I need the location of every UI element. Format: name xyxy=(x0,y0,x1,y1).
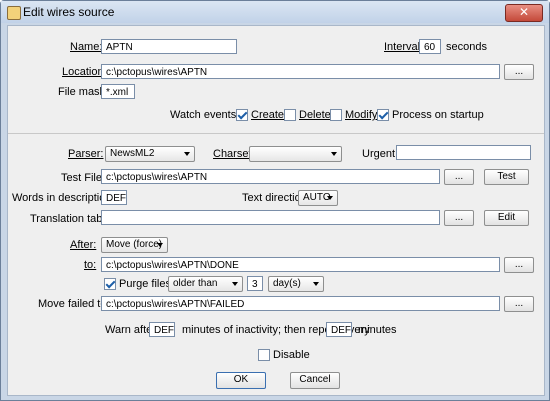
warn-suffix: minutes xyxy=(358,324,397,336)
to-browse-button[interactable]: ... xyxy=(504,257,534,273)
purge-count-field[interactable]: 3 xyxy=(247,276,263,291)
name-label: Name: xyxy=(70,41,103,53)
delete-label: Delete xyxy=(299,109,331,121)
move-failed-browse-button[interactable]: ... xyxy=(504,296,534,312)
purge-mode-value: older than xyxy=(173,278,218,289)
after-select[interactable]: Move (force) xyxy=(101,237,168,253)
interval-unit: seconds xyxy=(446,41,487,53)
create-label: Create xyxy=(251,109,285,121)
after-dropdown-icon xyxy=(157,243,163,247)
disable-checkbox[interactable] xyxy=(258,349,270,361)
create-checkbox[interactable] xyxy=(236,109,248,121)
purge-mode-dropdown-icon xyxy=(232,282,238,286)
urgent-field[interactable] xyxy=(396,145,531,160)
edit-button[interactable]: Edit xyxy=(484,210,529,226)
warn-after-field[interactable]: DEF xyxy=(149,322,175,337)
parser-value: NewsML2 xyxy=(110,148,155,159)
parser-dropdown-icon xyxy=(184,152,190,156)
dialog-window: Edit wires source ✕ Name: APTN Interval:… xyxy=(0,0,550,401)
close-button[interactable]: ✕ xyxy=(505,4,543,22)
urgent-label: Urgent: xyxy=(362,148,399,160)
after-label: After: xyxy=(70,239,97,251)
purge-unit-dropdown-icon xyxy=(313,282,319,286)
words-in-description-field[interactable]: DEF xyxy=(101,190,127,205)
purge-mode-select[interactable]: older than xyxy=(168,276,243,292)
test-file-field[interactable]: c:\pctopus\wires\APTN xyxy=(101,169,440,184)
window-title: Edit wires source xyxy=(23,5,115,19)
to-label: to: xyxy=(84,259,97,271)
charset-dropdown-icon xyxy=(331,152,337,156)
modify-label: Modify xyxy=(345,109,378,121)
move-failed-field[interactable]: c:\pctopus\wires\APTN\FAILED xyxy=(101,296,500,311)
dialog-body: Name: APTN Interval: 60 seconds Location… xyxy=(7,25,545,396)
test-button[interactable]: Test xyxy=(484,169,529,185)
separator-1 xyxy=(8,133,544,134)
location-browse-button[interactable]: ... xyxy=(504,64,534,80)
test-file-browse-button[interactable]: ... xyxy=(444,169,474,185)
warn-repeat-field[interactable]: DEF xyxy=(326,322,352,337)
location-label: Location: xyxy=(62,66,107,78)
purge-unit-value: day(s) xyxy=(273,278,301,289)
watch-events-label: Watch events: xyxy=(170,109,240,121)
file-mask-field[interactable]: *.xml xyxy=(101,84,135,99)
process-on-startup-checkbox[interactable] xyxy=(377,109,389,121)
purge-unit-select[interactable]: day(s) xyxy=(268,276,324,292)
move-failed-label: Move failed to: xyxy=(38,298,110,310)
parser-select[interactable]: NewsML2 xyxy=(105,146,195,162)
purge-files-label: Purge files xyxy=(119,278,171,290)
to-field[interactable]: c:\pctopus\wires\APTN\DONE xyxy=(101,257,500,272)
title-bar[interactable]: Edit wires source ✕ xyxy=(1,1,549,23)
parser-label: Parser: xyxy=(68,148,104,160)
location-field[interactable]: c:\pctopus\wires\APTN xyxy=(101,64,500,79)
interval-field[interactable]: 60 xyxy=(419,39,441,54)
delete-checkbox[interactable] xyxy=(284,109,296,121)
translation-table-field[interactable] xyxy=(101,210,440,225)
disable-label: Disable xyxy=(273,349,310,361)
text-direction-dropdown-icon xyxy=(327,196,333,200)
charset-select[interactable] xyxy=(249,146,342,162)
translation-browse-button[interactable]: ... xyxy=(444,210,474,226)
test-file-label: Test File: xyxy=(61,172,106,184)
modify-checkbox[interactable] xyxy=(330,109,342,121)
text-direction-select[interactable]: AUTO xyxy=(298,190,338,206)
process-on-startup-label: Process on startup xyxy=(392,109,484,121)
words-in-description-label: Words in description: xyxy=(12,192,115,204)
app-icon xyxy=(7,6,21,20)
after-value: Move (force) xyxy=(106,239,163,250)
name-field[interactable]: APTN xyxy=(101,39,237,54)
ok-button[interactable]: OK xyxy=(216,372,266,389)
interval-label: Interval: xyxy=(384,41,424,53)
cancel-button[interactable]: Cancel xyxy=(290,372,340,389)
purge-files-checkbox[interactable] xyxy=(104,278,116,290)
